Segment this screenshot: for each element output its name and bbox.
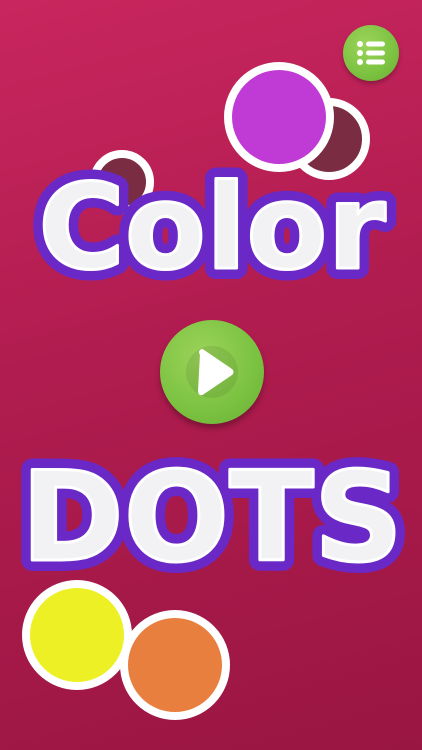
- list-icon: [357, 41, 385, 65]
- logo-dots-fill: DOTS: [21, 446, 403, 590]
- yellow-dot: [22, 580, 132, 690]
- play-button[interactable]: [160, 320, 264, 424]
- orange-dot: [120, 610, 230, 720]
- menu-button[interactable]: [343, 25, 399, 81]
- play-icon: [198, 349, 234, 396]
- logo-dots: DOTS DOTS: [10, 435, 414, 601]
- logo-color-fill: Color: [38, 158, 385, 296]
- logo-color: Color Color: [27, 147, 396, 307]
